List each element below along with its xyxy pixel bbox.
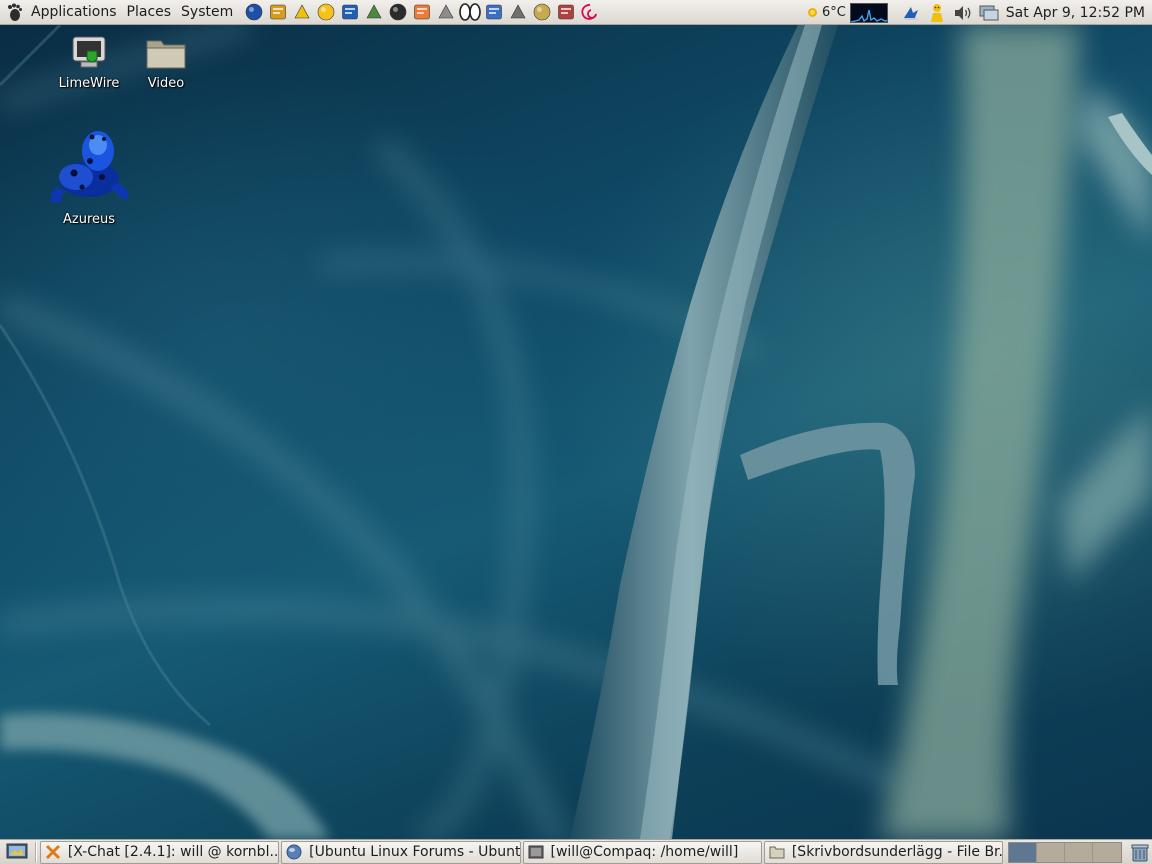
clock[interactable]: Sat Apr 9, 12:52 PM [1002,5,1152,21]
workspace-switcher [1008,841,1123,863]
show-desktop-icon [6,843,28,859]
bluefish-launcher-icon[interactable] [339,1,361,23]
taskbar-button-label: [Ubuntu Linux Forums - Ubunt... [309,844,520,860]
bluefish-tray-icon[interactable] [900,2,922,24]
trash-button[interactable] [1128,841,1152,863]
taskbar-button-file-browser[interactable]: [Skrivbordsunderlägg - File Br... [763,840,1004,864]
limewire-icon [72,36,106,68]
notes-launcher-icon[interactable] [531,1,553,23]
trash-icon [1131,844,1149,862]
taskbar-button-label: [Skrivbordsunderlägg - File Br... [791,844,1003,860]
text-editor-launcher-icon[interactable] [483,1,505,23]
workspace-1[interactable] [1009,842,1038,862]
top-panel: Applications Places System 6°C Sat Apr 9… [0,0,1152,25]
workspace-2[interactable] [1037,842,1066,862]
sun-icon [807,8,817,17]
browser-icon [286,844,302,860]
debian-launcher-icon[interactable] [579,1,601,23]
smiley-launcher-icon[interactable] [315,1,337,23]
desktop-icon-label: Azureus [62,212,116,227]
taskbar-button-terminal[interactable]: [will@Compaq: /home/will] [522,840,762,864]
launcher-bar [242,1,602,23]
weather-temperature: 6°C [821,5,846,20]
network-icon[interactable] [978,2,1000,24]
taskbar-button-label: [X-Chat [2.4.1]: will @ kornbl... [67,844,279,860]
folder-icon [769,844,785,860]
system-monitor-graph[interactable] [849,2,888,23]
desktop-icon-label: Video [147,76,185,91]
terminal-icon [528,844,544,860]
places-menu[interactable]: Places [122,0,177,25]
desktop-icon-video[interactable]: Video [121,33,211,91]
volume-icon[interactable] [952,2,974,24]
gaim-tray-icon[interactable] [926,2,948,24]
system-tray: 6°C Sat Apr 9, 12:52 PM [807,0,1152,25]
calculator-launcher-icon[interactable] [435,1,457,23]
eyes-launcher-icon[interactable] [459,1,482,23]
compass-launcher-icon[interactable] [267,1,289,23]
messenger-launcher-icon[interactable] [291,1,313,23]
screenshot-launcher-icon[interactable] [507,1,529,23]
taskbar-button-xchat[interactable]: [X-Chat [2.4.1]: will @ kornbl... [39,840,280,864]
wallpaper-neurons [0,25,1152,839]
printer-launcher-icon[interactable] [555,1,577,23]
terminal-launcher-icon[interactable] [387,1,409,23]
desktop[interactable]: LimeWire Video Azureus [0,25,1152,839]
folder-icon [146,40,186,69]
gnome-foot-icon[interactable] [4,2,24,22]
taskbar-button-label: [will@Compaq: /home/will] [550,844,739,860]
taskbar-button-browser[interactable]: [Ubuntu Linux Forums - Ubunt... [281,840,521,864]
weather-applet[interactable]: 6°C [807,5,846,20]
system-menu[interactable]: System [176,0,238,25]
azureus-frog-icon [50,131,129,203]
ssh-launcher-icon[interactable] [363,1,385,23]
desktop-icon-azureus[interactable]: Azureus [44,121,134,227]
panel-separator [34,842,37,862]
workspace-3[interactable] [1065,842,1094,862]
show-desktop-button[interactable] [4,841,30,863]
xchat-icon [45,844,61,860]
workspace-4[interactable] [1093,842,1122,862]
globe-launcher-icon[interactable] [243,1,265,23]
applications-menu[interactable]: Applications [26,0,122,25]
bottom-panel: [X-Chat [2.4.1]: will @ kornbl... [Ubunt… [0,839,1152,864]
office-launcher-icon[interactable] [411,1,433,23]
